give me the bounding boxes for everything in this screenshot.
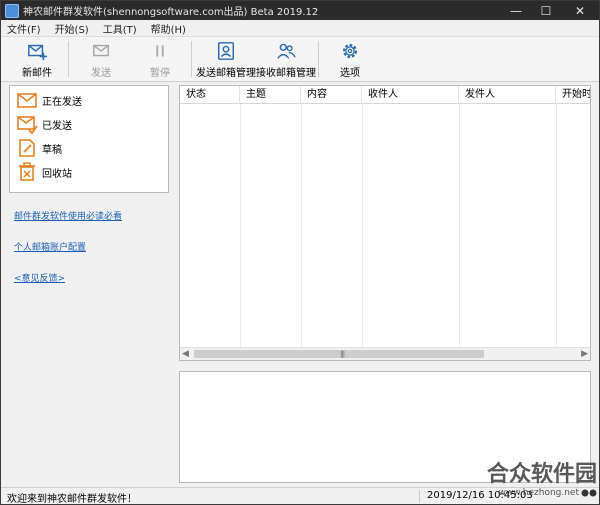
send-mailbox-mgmt-label: 发送邮箱管理 xyxy=(196,68,256,79)
scroll-thumb[interactable]: ||| xyxy=(194,350,484,358)
send-button[interactable]: 发送 xyxy=(81,39,121,79)
menu-bar: 文件(F) 开始(S) 工具(T) 帮助(H) xyxy=(1,20,599,37)
close-button[interactable]: ✕ xyxy=(561,1,599,20)
menu-tools[interactable]: 工具(T) xyxy=(103,21,137,36)
column-sender[interactable]: 发件人 xyxy=(459,86,556,104)
column-divider xyxy=(362,104,363,348)
message-list[interactable]: 状态 主题 内容 收件人 发件人 开始时间 ◀ ||| ▶ xyxy=(179,85,591,361)
column-recipient[interactable]: 收件人 xyxy=(362,86,459,104)
scroll-right-arrow-icon[interactable]: ▶ xyxy=(581,349,588,359)
send-label: 发送 xyxy=(91,68,111,79)
folder-drafts[interactable]: 草稿 xyxy=(16,137,62,159)
envelope-check-icon xyxy=(17,116,38,134)
folder-label: 正在发送 xyxy=(42,96,82,108)
pause-label: 暂停 xyxy=(150,68,170,79)
send-mailbox-mgmt-button[interactable]: 发送邮箱管理 xyxy=(196,39,256,79)
account-config-link[interactable]: 个人邮箱账户配置 xyxy=(14,240,86,253)
column-divider xyxy=(301,104,302,348)
gear-icon xyxy=(343,44,357,58)
list-header: 状态 主题 内容 收件人 发件人 开始时间 xyxy=(180,86,590,104)
maximize-button[interactable]: ☐ xyxy=(531,1,561,20)
send-mailbox-icon xyxy=(218,42,234,60)
status-datetime: 2019/12/16 10:45:03 xyxy=(427,490,533,501)
folder-sending[interactable]: 正在发送 xyxy=(16,89,82,111)
envelope-open-icon xyxy=(17,93,37,108)
folder-trash[interactable]: 回收站 xyxy=(16,161,72,183)
title-bar: 神农邮件群发软件(shennongsoftware.com出品) Beta 20… xyxy=(1,1,599,20)
folder-panel: 正在发送 已发送 草稿 回收站 xyxy=(9,85,169,193)
new-mail-icon xyxy=(28,44,47,61)
column-subject[interactable]: 主题 xyxy=(240,86,301,104)
draft-pencil-icon xyxy=(19,139,35,157)
options-label: 选项 xyxy=(340,68,360,79)
trash-icon xyxy=(19,162,35,181)
pause-button[interactable]: 暂停 xyxy=(140,39,180,79)
folder-label: 草稿 xyxy=(42,144,62,156)
column-divider xyxy=(459,104,460,348)
menu-start[interactable]: 开始(S) xyxy=(55,21,89,36)
preview-pane[interactable] xyxy=(179,371,591,483)
receive-mailbox-mgmt-button[interactable]: 接收邮箱管理 xyxy=(256,39,316,79)
column-content[interactable]: 内容 xyxy=(301,86,362,104)
pause-icon xyxy=(156,45,164,57)
users-icon xyxy=(277,43,296,59)
scroll-left-arrow-icon[interactable]: ◀ xyxy=(182,349,189,359)
toolbar-separator xyxy=(68,41,69,77)
window-controls: — ☐ ✕ xyxy=(501,1,599,20)
receive-mailbox-mgmt-label: 接收邮箱管理 xyxy=(256,68,316,79)
status-bar: 欢迎来到神农邮件群发软件！ 2019/12/16 10:45:03 xyxy=(1,487,599,505)
send-icon xyxy=(93,44,109,57)
menu-help[interactable]: 帮助(H) xyxy=(151,21,186,36)
toolbar: 新邮件 发送 暂停 发送邮箱管理 接收邮箱管理 选项 xyxy=(1,37,599,82)
minimize-button[interactable]: — xyxy=(501,1,531,20)
feedback-link[interactable]: <意见反馈> xyxy=(14,271,65,284)
options-button[interactable]: 选项 xyxy=(332,39,368,79)
new-mail-button[interactable]: 新邮件 xyxy=(15,39,59,79)
toolbar-separator xyxy=(318,41,319,77)
folder-label: 已发送 xyxy=(42,120,72,132)
menu-file[interactable]: 文件(F) xyxy=(7,21,41,36)
app-window: 神农邮件群发软件(shennongsoftware.com出品) Beta 20… xyxy=(0,0,600,505)
status-separator xyxy=(419,490,420,503)
toolbar-separator xyxy=(191,41,192,77)
horizontal-scrollbar[interactable]: ◀ ||| ▶ xyxy=(180,347,590,360)
scroll-grip: ||| xyxy=(340,350,345,358)
status-message: 欢迎来到神农邮件群发软件！ xyxy=(7,494,137,505)
folder-sent[interactable]: 已发送 xyxy=(16,113,72,135)
folder-label: 回收站 xyxy=(42,168,72,180)
column-status[interactable]: 状态 xyxy=(180,86,240,104)
column-start-time[interactable]: 开始时间 xyxy=(556,86,590,104)
column-divider xyxy=(240,104,241,348)
app-icon xyxy=(5,3,19,18)
column-divider xyxy=(556,104,557,348)
window-title: 神农邮件群发软件(shennongsoftware.com出品) Beta 20… xyxy=(23,7,319,18)
usage-guide-link[interactable]: 邮件群发软件使用必读必看 xyxy=(14,209,122,222)
new-mail-label: 新邮件 xyxy=(22,68,52,79)
